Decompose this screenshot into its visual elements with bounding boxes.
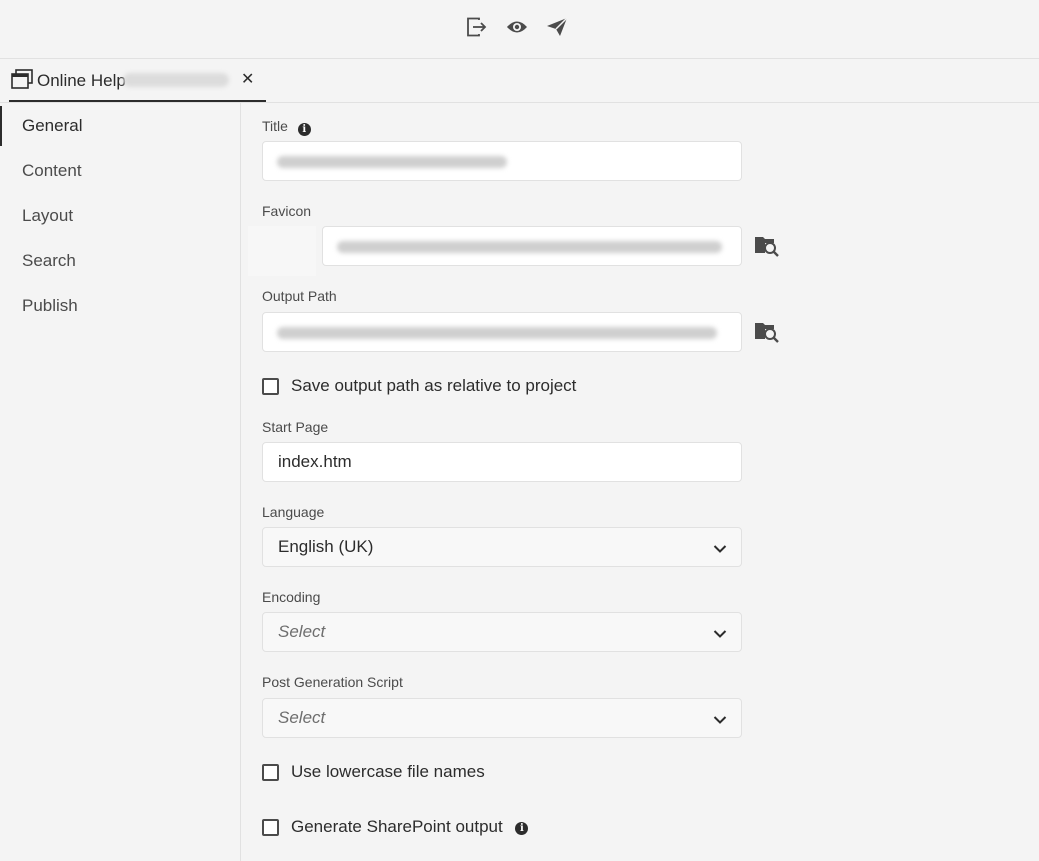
favicon-preview[interactable] <box>248 226 316 276</box>
sharepoint-option: Generate SharePoint output i <box>262 816 562 840</box>
start-page-label: Start Page <box>262 419 329 435</box>
redacted-favicon-path <box>337 241 722 253</box>
language-select[interactable]: English (UK) <box>262 527 742 567</box>
tab-label: Online Help <box>37 71 126 90</box>
language-value: English (UK) <box>278 537 374 556</box>
language-label: Language <box>262 504 325 520</box>
sharepoint-label-text: Generate SharePoint output <box>291 817 503 836</box>
sidebar-item-search[interactable]: Search <box>0 241 240 281</box>
sidebar-item-general[interactable]: General <box>0 106 240 146</box>
redacted-project-name <box>123 73 229 87</box>
sharepoint-checkbox[interactable] <box>262 819 279 836</box>
info-icon[interactable]: i <box>515 822 529 835</box>
encoding-select[interactable]: Select <box>262 612 742 652</box>
output-path-label: Output Path <box>262 288 337 304</box>
preview-icon[interactable] <box>505 15 529 39</box>
lowercase-checkbox[interactable] <box>262 764 279 781</box>
browse-folder-icon[interactable] <box>754 320 780 344</box>
window-icon <box>11 69 33 94</box>
publish-send-icon[interactable] <box>545 15 569 39</box>
encoding-placeholder: Select <box>278 622 326 641</box>
favicon-label: Favicon <box>262 203 312 219</box>
title-label-text: Title <box>262 118 288 134</box>
favicon-path-input[interactable] <box>322 226 742 266</box>
title-label: Title i <box>262 118 311 136</box>
start-page-input[interactable]: index.htm <box>262 442 742 482</box>
close-tab-icon[interactable]: ✕ <box>241 69 254 89</box>
sharepoint-label: Generate SharePoint output i <box>291 817 529 837</box>
export-icon[interactable] <box>465 15 489 39</box>
chevron-down-icon <box>713 626 727 644</box>
settings-sidebar: General Content Layout Search Publish <box>0 103 241 861</box>
sidebar-item-layout[interactable]: Layout <box>0 196 240 236</box>
lowercase-label: Use lowercase file names <box>291 762 485 781</box>
tab-online-help[interactable]: Online Help ✕ <box>9 59 266 102</box>
title-input[interactable] <box>262 141 742 181</box>
general-settings-panel: Title i Favicon Output Path Save output … <box>242 103 1039 861</box>
output-path-input[interactable] <box>262 312 742 352</box>
post-script-label: Post Generation Script <box>262 674 403 690</box>
start-page-value: index.htm <box>278 452 352 471</box>
save-relative-label: Save output path as relative to project <box>291 376 577 395</box>
redacted-output-path <box>277 327 717 339</box>
encoding-label: Encoding <box>262 589 321 605</box>
sidebar-item-content[interactable]: Content <box>0 151 240 191</box>
chevron-down-icon <box>713 712 727 730</box>
post-script-select[interactable]: Select <box>262 698 742 738</box>
chevron-down-icon <box>713 541 727 559</box>
save-relative-checkbox[interactable] <box>262 378 279 395</box>
top-toolbar <box>0 0 1039 59</box>
redacted-title-value <box>277 156 507 168</box>
sidebar-item-publish[interactable]: Publish <box>0 286 240 326</box>
post-script-placeholder: Select <box>278 708 326 727</box>
info-icon[interactable]: i <box>297 123 311 136</box>
tab-bar: Online Help ✕ <box>0 59 1039 103</box>
browse-folder-icon[interactable] <box>754 234 780 258</box>
